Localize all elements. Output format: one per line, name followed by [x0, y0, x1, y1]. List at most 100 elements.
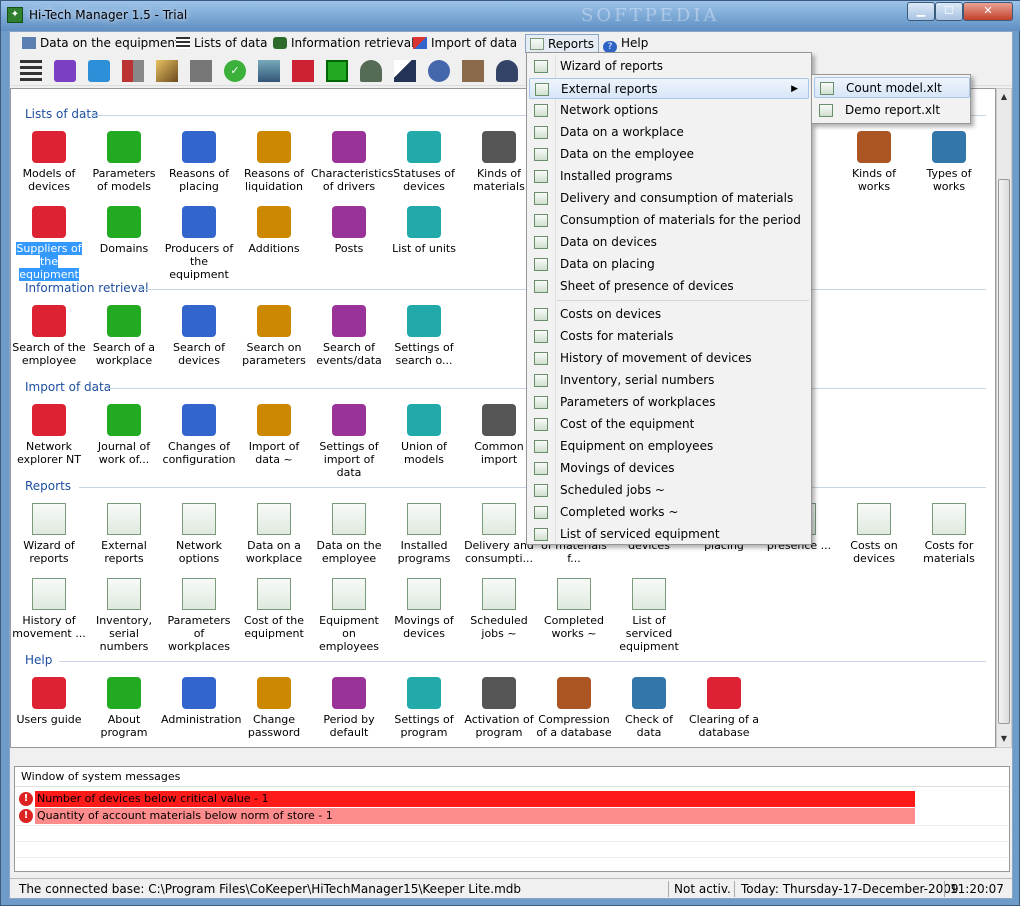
- list-item[interactable]: Types of works: [911, 131, 987, 193]
- reports-menu-item[interactable]: Wizard of reports: [529, 56, 809, 77]
- report-item[interactable]: Data on the employee: [311, 503, 387, 565]
- help-item[interactable]: Activation of program: [461, 677, 537, 739]
- help-item[interactable]: Clearing of a database: [686, 677, 762, 739]
- import-item[interactable]: Journal of work of...: [86, 404, 162, 466]
- report-item[interactable]: Costs on devices: [836, 503, 912, 565]
- reports-menu-item[interactable]: Consumption of materials for the period: [529, 210, 809, 231]
- reports-menu-item[interactable]: Completed works ~: [529, 502, 809, 523]
- reports-menu-item[interactable]: Costs for materials: [529, 326, 809, 347]
- list-item[interactable]: Statuses of devices: [386, 131, 462, 193]
- menu-information-retrieval[interactable]: Information retrieval: [269, 34, 418, 53]
- document-icon[interactable]: [394, 60, 416, 82]
- scroll-down-arrow-icon[interactable]: ▼: [998, 732, 1010, 746]
- report-item[interactable]: Wizard of reports: [11, 503, 87, 565]
- binder-icon[interactable]: [190, 60, 212, 82]
- report-item[interactable]: Data on a workplace: [236, 503, 312, 565]
- reports-menu-item[interactable]: Sheet of presence of devices: [529, 276, 809, 297]
- reports-menu-item[interactable]: Data on devices: [529, 232, 809, 253]
- menu-help[interactable]: ? Help: [599, 34, 652, 53]
- reports-menu-item[interactable]: Inventory, serial numbers: [529, 370, 809, 391]
- reports-menu-item[interactable]: History of movement of devices: [529, 348, 809, 369]
- check-icon[interactable]: ✓: [224, 60, 246, 82]
- list-item[interactable]: Reasons of placing: [161, 131, 237, 193]
- reports-menu-item[interactable]: Cost of the equipment: [529, 414, 809, 435]
- search-item[interactable]: Search of events/data: [311, 305, 387, 367]
- report-item[interactable]: Movings of devices: [386, 578, 462, 640]
- list-item[interactable]: Producers of the equipment: [161, 206, 237, 281]
- user-icon[interactable]: [496, 60, 518, 82]
- report-item[interactable]: Cost of the equipment: [236, 578, 312, 640]
- list-item[interactable]: Reasons of liquidation: [236, 131, 312, 193]
- help-item[interactable]: Check of data: [611, 677, 687, 739]
- globe-icon[interactable]: [428, 60, 450, 82]
- menu-import-of-data[interactable]: Import of data: [409, 34, 521, 53]
- report-item[interactable]: Parameters of workplaces: [161, 578, 237, 653]
- list-item[interactable]: Kinds of works: [836, 131, 912, 193]
- scrollbar-thumb[interactable]: [998, 179, 1010, 724]
- help-item[interactable]: Compression of a database: [536, 677, 612, 739]
- title-bar[interactable]: ✦ Hi-Tech Manager 1.5 - Trial SOFTPEDIA …: [1, 1, 1020, 31]
- list-item[interactable]: Parameters of models: [86, 131, 162, 193]
- import-item[interactable]: Import of data ~: [236, 404, 312, 466]
- cube-purple-icon[interactable]: [54, 60, 76, 82]
- message-row[interactable]: Quantity of account materials below norm…: [35, 808, 915, 824]
- materials-icon[interactable]: [360, 60, 382, 82]
- reports-menu-item[interactable]: Data on placing: [529, 254, 809, 275]
- reports-menu-item[interactable]: Equipment on employees: [529, 436, 809, 457]
- import-item[interactable]: Settings of import of data: [311, 404, 387, 479]
- reports-menu-item[interactable]: List of serviced equipment: [529, 524, 809, 545]
- maximize-button[interactable]: ☐: [935, 2, 963, 21]
- report-item[interactable]: Installed programs: [386, 503, 462, 565]
- submenu-item-demo-report[interactable]: Demo report.xlt: [814, 100, 970, 121]
- report-item[interactable]: Equipment on employees: [311, 578, 387, 653]
- minimize-button[interactable]: ▁: [907, 2, 935, 21]
- pencil-icon[interactable]: [156, 60, 178, 82]
- reports-menu-item[interactable]: Delivery and consumption of materials: [529, 188, 809, 209]
- reports-menu-item[interactable]: Network options: [529, 100, 809, 121]
- search-item[interactable]: Settings of search o...: [386, 305, 462, 367]
- submenu-item-count-model[interactable]: Count model.xlt: [814, 77, 970, 98]
- search-item[interactable]: Search of devices: [161, 305, 237, 367]
- help-item[interactable]: Change password: [236, 677, 312, 739]
- cube-blue-icon[interactable]: [88, 60, 110, 82]
- message-row[interactable]: Number of devices below critical value -…: [35, 791, 915, 807]
- report-item[interactable]: History of movement ...: [11, 578, 87, 640]
- menu-data-equipment[interactable]: Data on the equipment: [18, 34, 184, 53]
- search-item[interactable]: Search of a workplace: [86, 305, 162, 367]
- list-item[interactable]: Domains: [86, 206, 162, 255]
- report-item[interactable]: Completed works ~: [536, 578, 612, 640]
- search-item[interactable]: Search on parameters: [236, 305, 312, 367]
- import-item[interactable]: Network explorer NT: [11, 404, 87, 466]
- reports-menu-item[interactable]: Data on a workplace: [529, 122, 809, 143]
- green-cube-icon[interactable]: [326, 60, 348, 82]
- report-item[interactable]: Inventory, serial numbers: [86, 578, 162, 653]
- tools-icon[interactable]: [122, 60, 144, 82]
- import-item[interactable]: Changes of configuration: [161, 404, 237, 466]
- reports-menu-item[interactable]: Costs on devices: [529, 304, 809, 325]
- menu-lists-of-data[interactable]: Lists of data: [172, 34, 271, 53]
- scroll-up-arrow-icon[interactable]: ▲: [998, 90, 1010, 104]
- report-item[interactable]: Costs for materials: [911, 503, 987, 565]
- report-item[interactable]: Scheduled jobs ~: [461, 578, 537, 640]
- camera-icon[interactable]: [462, 60, 484, 82]
- reports-menu-item[interactable]: Movings of devices: [529, 458, 809, 479]
- menu-reports[interactable]: Reports: [525, 34, 600, 53]
- report-item[interactable]: Network options: [161, 503, 237, 565]
- help-item[interactable]: About program: [86, 677, 162, 739]
- help-item[interactable]: Period by default: [311, 677, 387, 739]
- report-item[interactable]: External reports: [86, 503, 162, 565]
- list-item[interactable]: Additions: [236, 206, 312, 255]
- reports-menu-item[interactable]: Installed programs: [529, 166, 809, 187]
- reports-menu-item[interactable]: Parameters of workplaces: [529, 392, 809, 413]
- list-item[interactable]: List of units: [386, 206, 462, 255]
- report-item[interactable]: List of serviced equipment: [611, 578, 687, 653]
- list-item[interactable]: Suppliers of the equipment: [11, 206, 87, 281]
- search-item[interactable]: Search of the employee: [11, 305, 87, 367]
- help-item[interactable]: Administration: [161, 677, 242, 726]
- vertical-scrollbar[interactable]: ▲ ▼: [996, 88, 1012, 748]
- help-item[interactable]: Users guide: [11, 677, 87, 726]
- help-item[interactable]: Settings of program: [386, 677, 462, 739]
- import-item[interactable]: Union of models: [386, 404, 462, 466]
- close-button[interactable]: ✕: [963, 2, 1013, 21]
- reports-menu-item[interactable]: Data on the employee: [529, 144, 809, 165]
